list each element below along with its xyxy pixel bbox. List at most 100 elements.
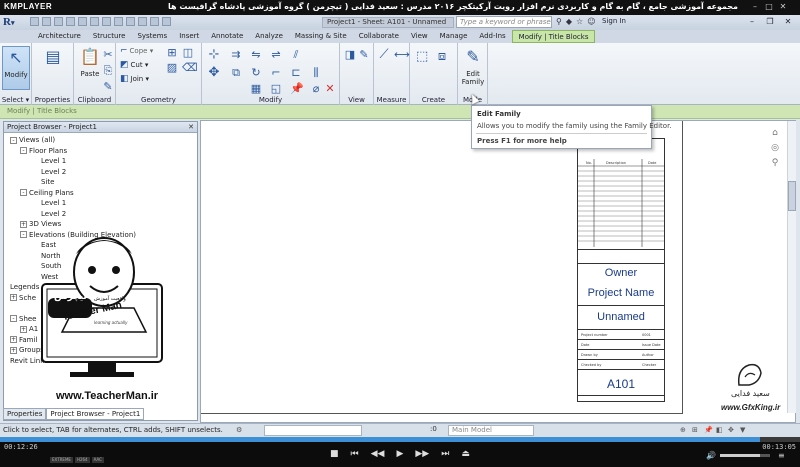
paint-icon[interactable]: ▨ (166, 62, 178, 74)
volume-slider[interactable] (720, 454, 770, 457)
vertical-scrollbar[interactable] (787, 121, 796, 413)
collapse-icon[interactable]: - (10, 315, 17, 322)
previous-icon[interactable]: ⏮ (351, 449, 359, 459)
select-by-face-icon[interactable]: ◧ (716, 426, 723, 434)
print-icon[interactable] (78, 17, 87, 26)
stop-icon[interactable]: ■ (330, 449, 339, 459)
tree-item[interactable]: - Shee (10, 315, 37, 324)
collapse-icon[interactable]: - (20, 147, 27, 154)
expand-icon[interactable]: + (10, 336, 17, 343)
menu-icon[interactable]: ≡ (778, 451, 785, 460)
search-icon[interactable]: ⚲ (556, 17, 562, 26)
rotate-icon[interactable]: ↻ (250, 67, 262, 79)
tab-structure[interactable]: Structure (87, 30, 132, 43)
override-graphics-icon[interactable]: ✎ (358, 49, 370, 61)
pin-icon[interactable]: 📌 (290, 83, 304, 95)
expand-icon[interactable]: + (10, 346, 17, 354)
title-block[interactable]: No. Description Date Owner Project Name (577, 138, 665, 402)
split-icon[interactable]: ⫽ (290, 49, 302, 61)
tree-item[interactable]: Level 2 (32, 168, 66, 177)
mirror-draw-icon[interactable]: ⇌ (270, 49, 282, 61)
save-icon[interactable] (42, 17, 51, 26)
zoom-icon[interactable]: ⚲ (769, 157, 781, 169)
tree-item[interactable]: - Ceiling Plans (20, 189, 74, 198)
design-option-dropdown[interactable]: Main Model (448, 425, 534, 436)
align-icon[interactable]: ⊹ (208, 48, 220, 61)
text-qat-icon[interactable] (114, 17, 123, 26)
paste-button[interactable]: 📋 Paste (76, 46, 104, 90)
create-assembly-icon[interactable]: ⬚ (416, 50, 428, 63)
3d-view-qat-icon[interactable] (126, 17, 135, 26)
cope-button[interactable]: ⌐ Cope ▾ (120, 46, 153, 56)
wall-joins-icon[interactable]: ⊞ (166, 47, 178, 59)
sign-in-link[interactable]: Sign In (602, 17, 626, 25)
select-pinned-icon[interactable]: 📌 (704, 426, 713, 434)
rewind-icon[interactable]: ◀◀ (371, 449, 385, 459)
player-close-icon[interactable]: ✕ (778, 2, 788, 12)
tab-massing-site[interactable]: Massing & Site (289, 30, 353, 43)
tab-analyze[interactable]: Analyze (249, 30, 289, 43)
tree-item[interactable]: Site (32, 178, 54, 187)
subscription-icon[interactable]: ◆ (566, 17, 572, 26)
tree-item[interactable]: Level 1 (32, 199, 66, 208)
cut-clipboard-icon[interactable]: ✂ (102, 49, 114, 61)
select-dropdown[interactable]: Select ▾ (0, 96, 31, 104)
tree-item[interactable]: Level 2 (32, 210, 66, 219)
array-icon[interactable]: ▦ (250, 83, 262, 95)
close-icon[interactable]: ✕ (780, 16, 796, 28)
copy-clipboard-icon[interactable]: ⎘ (102, 65, 114, 77)
section-qat-icon[interactable] (138, 17, 147, 26)
unpin-icon[interactable]: ⌀ (310, 83, 322, 95)
hide-in-view-icon[interactable]: ◨ (344, 49, 356, 61)
move-icon[interactable]: ✥ (208, 66, 220, 79)
tab-annotate[interactable]: Annotate (205, 30, 249, 43)
collapse-icon[interactable]: - (20, 189, 27, 196)
thin-lines-qat-icon[interactable] (150, 17, 159, 26)
user-icon[interactable]: ☺ (587, 17, 595, 26)
eject-icon[interactable]: ⏏ (461, 449, 470, 459)
expand-icon[interactable]: + (20, 325, 27, 333)
tab-view[interactable]: View (405, 30, 434, 43)
scale-icon[interactable]: ◱ (270, 83, 282, 95)
tab-add-ins[interactable]: Add-Ins (473, 30, 511, 43)
volume-icon[interactable]: 🔊 (706, 451, 716, 460)
split-gap-icon[interactable]: ⫼ (310, 67, 322, 79)
open-icon[interactable] (30, 17, 39, 26)
tree-item[interactable]: Level 1 (32, 157, 66, 166)
select-links-icon[interactable]: ⊕ (680, 426, 686, 434)
help-search-input[interactable]: Type a keyword or phrase (456, 16, 552, 28)
tab-systems[interactable]: Systems (131, 30, 173, 43)
tab-project-browser[interactable]: Project Browser - Project1 (46, 408, 145, 420)
measure-qat-icon[interactable] (90, 17, 99, 26)
collapse-icon[interactable]: - (10, 136, 17, 144)
copy-icon[interactable]: ⧉ (230, 67, 242, 79)
redo-icon[interactable] (66, 17, 75, 26)
expand-icon[interactable]: + (20, 220, 27, 228)
tab-properties[interactable]: Properties (3, 408, 47, 420)
play-icon[interactable]: ▶ (396, 449, 403, 459)
player-minimize-icon[interactable]: – (750, 2, 760, 12)
tab-architecture[interactable]: Architecture (32, 30, 87, 43)
filter-icon[interactable]: ▼ (740, 426, 745, 434)
create-group-icon[interactable]: ⧈ (436, 50, 448, 63)
properties-button[interactable]: ▤ (39, 46, 67, 90)
restore-icon[interactable]: ❐ (762, 16, 778, 28)
player-maximize-icon[interactable]: □ (764, 2, 774, 12)
scroll-thumb[interactable] (788, 181, 796, 211)
tab-collaborate[interactable]: Collaborate (353, 30, 405, 43)
tag-qat-icon[interactable] (102, 17, 111, 26)
forward-icon[interactable]: ▶▶ (415, 449, 429, 459)
close-views-qat-icon[interactable] (162, 17, 171, 26)
split-face-icon[interactable]: ◫ (182, 47, 194, 59)
match-type-icon[interactable]: ✎ (102, 81, 114, 93)
expand-icon[interactable]: + (10, 294, 17, 301)
select-underlay-icon[interactable]: ⊞ (692, 426, 698, 434)
tree-item[interactable]: - Floor Plans (20, 147, 67, 156)
workset-dropdown[interactable] (264, 425, 362, 436)
view-cube-icon[interactable]: ⌂ (769, 127, 781, 139)
tree-item[interactable]: - Views (all) (10, 136, 55, 145)
measure-icon[interactable]: ⟋ (378, 48, 390, 61)
tab-modify-title-blocks[interactable]: Modify | Title Blocks (511, 30, 596, 43)
edit-family-button[interactable]: ✎ Edit Family (459, 46, 487, 90)
dimension-icon[interactable]: ⟷ (394, 49, 410, 61)
